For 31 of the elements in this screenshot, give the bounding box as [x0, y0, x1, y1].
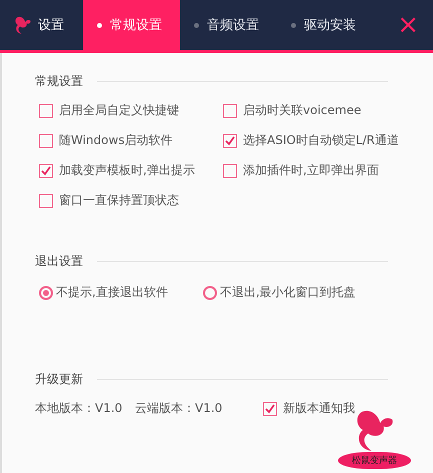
checkbox-label[interactable]: 随Windows启动软件 — [59, 132, 173, 149]
local-version: 本地版本：V1.0 — [35, 400, 124, 417]
section-title: 升级更新 — [35, 371, 83, 388]
tab[interactable]: 驱动安装 — [277, 0, 374, 50]
checkbox[interactable] — [223, 134, 237, 148]
checkbox-label[interactable]: 添加插件时,立即弹出界面 — [243, 162, 379, 179]
tab[interactable]: 音频设置 — [180, 0, 277, 50]
checkbox-label[interactable]: 启动时关联voicemee — [243, 102, 362, 119]
checkbox-label[interactable]: 加载变声模板时,弹出提示 — [59, 162, 195, 179]
radio-button[interactable] — [202, 286, 217, 300]
close-button[interactable]: × — [383, 0, 433, 50]
cloud-version: 云端版本：V1.0 — [135, 400, 224, 417]
section-title: 常规设置 — [35, 73, 83, 90]
tab[interactable]: 常规设置 — [83, 0, 180, 50]
checkbox[interactable] — [263, 402, 277, 416]
checkbox-label[interactable]: 启用全局自定义快捷键 — [59, 102, 179, 119]
checkbox-label[interactable]: 选择ASIO时自动锁定L/R通道 — [243, 132, 399, 149]
radio-label[interactable]: 不退出,最小化窗口到托盘 — [220, 284, 356, 301]
radio-label[interactable]: 不提示,直接退出软件 — [56, 284, 168, 301]
section-title: 退出设置 — [35, 253, 83, 270]
checkbox[interactable] — [39, 104, 53, 118]
checkbox[interactable] — [39, 164, 53, 178]
checkbox[interactable] — [223, 104, 237, 118]
checkbox[interactable] — [223, 164, 237, 178]
checkbox[interactable] — [39, 134, 53, 148]
logo-caption: 松鼠变声器 — [338, 452, 411, 469]
checkbox[interactable] — [39, 194, 53, 208]
settings-title: 设置 — [38, 17, 64, 34]
radio-button[interactable] — [39, 286, 53, 300]
checkbox-label[interactable]: 新版本通知我 — [283, 400, 355, 417]
checkbox-label[interactable]: 窗口一直保持置顶状态 — [59, 192, 179, 209]
